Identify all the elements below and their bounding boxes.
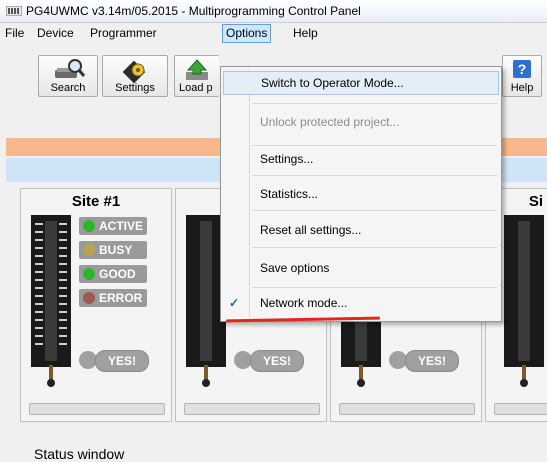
menu-item-label: Switch to Operator Mode...	[261, 76, 404, 90]
yes-button[interactable]: YES!	[234, 349, 304, 372]
menu-programmer[interactable]: Programmer	[87, 25, 160, 42]
menu-item-label: Settings...	[260, 152, 314, 166]
load-project-label: Load p	[179, 82, 213, 94]
load-project-icon	[186, 59, 208, 80]
menu-item-switch-operator-mode[interactable]: Switch to Operator Mode...	[223, 71, 499, 95]
active-indicator: ACTIVE	[79, 217, 147, 235]
menu-separator	[252, 210, 497, 211]
menu-item-label: Statistics...	[260, 187, 319, 201]
good-led	[83, 268, 95, 280]
active-led	[83, 220, 95, 232]
menu-item-statistics[interactable]: Statistics...	[223, 182, 497, 206]
site-title: Site #1	[71, 193, 121, 210]
menu-item-network-mode[interactable]: ✓ Network mode...	[223, 291, 497, 315]
menu-item-label: Network mode...	[260, 296, 348, 310]
menu-item-label: Reset all settings...	[260, 223, 362, 237]
menu-separator	[252, 287, 497, 288]
search-label: Search	[50, 82, 86, 94]
menu-item-unlock-project[interactable]: Unlock protected project...	[223, 110, 497, 134]
yes-label: YES!	[95, 350, 149, 372]
error-label: ERROR	[99, 291, 143, 305]
svg-text:?: ?	[518, 61, 527, 77]
app-icon	[6, 6, 22, 16]
active-label: ACTIVE	[99, 219, 144, 233]
error-led	[83, 292, 95, 304]
yes-button[interactable]: YES!	[389, 349, 459, 372]
menu-item-reset-all-settings[interactable]: Reset all settings...	[223, 218, 497, 242]
menu-bar: File Device Programmer Options Help	[0, 24, 547, 44]
status-window-label: Status window	[34, 446, 125, 462]
menu-separator	[252, 145, 497, 146]
busy-label: BUSY	[99, 243, 133, 257]
zif-socket-icon	[31, 215, 71, 387]
window-title: PG4UWMC v3.14m/05.2015 - Multiprogrammin…	[26, 4, 361, 18]
options-dropdown-menu: Switch to Operator Mode... Unlock protec…	[220, 66, 502, 322]
yes-label: YES!	[250, 350, 304, 372]
menu-separator	[252, 247, 497, 248]
menu-item-settings[interactable]: Settings...	[223, 147, 497, 171]
search-button[interactable]: Search	[38, 55, 98, 97]
busy-indicator: BUSY	[79, 241, 147, 259]
help-button[interactable]: ? Help	[502, 55, 542, 97]
site-progress-bar	[29, 403, 165, 415]
good-label: GOOD	[99, 267, 136, 281]
busy-led	[83, 244, 95, 256]
title-bar: PG4UWMC v3.14m/05.2015 - Multiprogrammin…	[0, 0, 547, 23]
help-icon: ?	[513, 60, 531, 78]
settings-icon	[122, 60, 146, 84]
menu-item-label: Save options	[260, 261, 330, 275]
menu-options[interactable]: Options	[222, 24, 272, 43]
menu-item-label: Unlock protected project...	[260, 115, 400, 129]
menu-separator	[252, 103, 497, 104]
site-progress-bar	[494, 403, 547, 415]
zif-socket-icon	[504, 215, 544, 387]
checkmark-icon: ✓	[229, 296, 240, 310]
site-progress-bar	[184, 403, 320, 415]
menu-separator	[252, 175, 497, 176]
error-indicator: ERROR	[79, 289, 147, 307]
good-indicator: GOOD	[79, 265, 147, 283]
menu-device[interactable]: Device	[34, 25, 77, 42]
yes-button[interactable]: YES!	[79, 349, 149, 372]
search-icon	[55, 59, 85, 78]
site-title: Si	[528, 193, 543, 210]
menu-help[interactable]: Help	[290, 25, 321, 42]
site-progress-bar	[339, 403, 475, 415]
settings-button[interactable]: Settings	[102, 55, 168, 97]
menu-item-save-options[interactable]: Save options	[223, 256, 497, 280]
help-label: Help	[510, 82, 534, 94]
yes-label: YES!	[405, 350, 459, 372]
site-panel-1: Site #1 ACTIVE BUSY GOOD ERROR YES!	[20, 188, 172, 422]
menu-file[interactable]: File	[2, 25, 27, 42]
settings-label: Settings	[115, 82, 155, 94]
load-project-button[interactable]: Load p	[174, 55, 219, 97]
